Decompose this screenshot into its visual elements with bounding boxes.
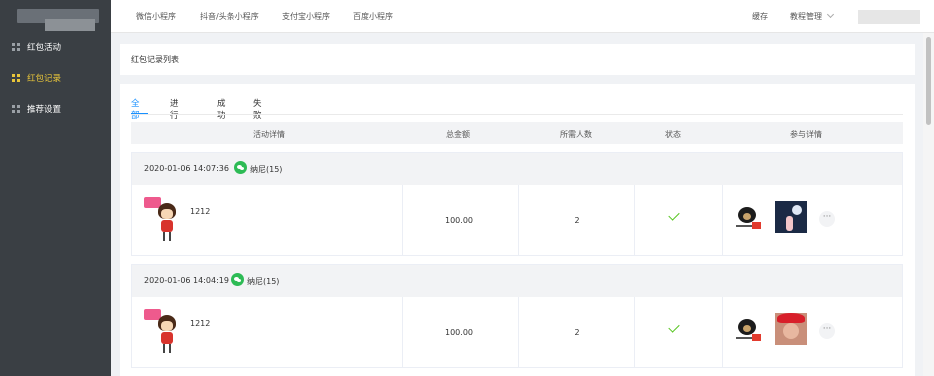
tab-success[interactable]: 成功 <box>217 97 226 121</box>
activity-thumbnail <box>144 307 182 355</box>
topnav-alipay[interactable]: 支付宝小程序 <box>282 11 330 22</box>
activity-name: 1212 <box>190 207 211 216</box>
page-title: 红包记录列表 <box>131 55 179 64</box>
scrollbar[interactable] <box>923 33 934 376</box>
order-amount: 100.00 <box>445 216 473 225</box>
table-row: 2020-01-06 14:07:36 纳尼(15) 1212 100.00 2… <box>131 152 903 256</box>
sidebar-item-label: 红包活动 <box>27 43 62 53</box>
participant-avatar[interactable] <box>736 205 762 231</box>
tutorial-label: 教程管理 <box>790 12 822 21</box>
top-bar: 微信小程序 抖音/头条小程序 支付宝小程序 百度小程序 缓存 教程管理 <box>111 0 934 33</box>
tab-all[interactable]: 全部 <box>131 97 140 121</box>
sidebar-item-label: 推荐设置 <box>27 105 62 115</box>
topnav-douyin[interactable]: 抖音/头条小程序 <box>200 11 259 22</box>
more-icon[interactable]: ··· <box>819 323 835 339</box>
table-row: 2020-01-06 14:04:19 纳尼(15) 1212 100.00 2… <box>131 264 903 368</box>
order-header: 2020-01-06 14:07:36 纳尼(15) <box>132 153 902 185</box>
order-time: 2020-01-06 14:07:36 <box>144 164 229 173</box>
sidebar-item-redpacket-records[interactable]: 红包记录 <box>0 66 111 90</box>
activity-name: 1212 <box>190 319 211 328</box>
order-time: 2020-01-06 14:04:19 <box>144 276 229 285</box>
column-participants: 参与详情 <box>790 130 822 139</box>
order-header: 2020-01-06 14:04:19 纳尼(15) <box>132 265 902 297</box>
column-status: 状态 <box>665 130 681 139</box>
grid-icon <box>12 74 20 82</box>
column-people: 所需人数 <box>560 130 592 139</box>
participant-avatar[interactable] <box>736 317 762 343</box>
check-icon <box>668 322 680 334</box>
order-user: 纳尼(15) <box>247 277 280 286</box>
topnav-baidu[interactable]: 百度小程序 <box>353 11 393 22</box>
order-body: 1212 100.00 2 ··· <box>132 185 902 255</box>
table-header: 活动详情 总金额 所需人数 状态 参与详情 <box>131 122 903 144</box>
order-user: 纳尼(15) <box>250 165 283 174</box>
more-icon[interactable]: ··· <box>819 211 835 227</box>
grid-icon <box>12 43 20 51</box>
order-amount: 100.00 <box>445 328 473 337</box>
column-amount: 总金额 <box>446 130 470 139</box>
scrollbar-thumb[interactable] <box>926 37 931 125</box>
wechat-icon <box>231 273 244 286</box>
sidebar-item-redpacket-activity[interactable]: 红包活动 <box>0 35 111 59</box>
column-activity: 活动详情 <box>253 130 285 139</box>
logo-placeholder <box>17 9 99 31</box>
order-body: 1212 100.00 2 ··· <box>132 297 902 367</box>
chevron-down-icon <box>826 10 835 19</box>
sidebar-item-label: 红包记录 <box>27 74 62 84</box>
grid-icon <box>12 105 20 113</box>
check-icon <box>668 210 680 222</box>
order-people: 2 <box>574 328 580 337</box>
tutorial-menu[interactable]: 教程管理 <box>790 10 835 22</box>
participant-avatar[interactable] <box>775 313 807 345</box>
sidebar-item-recommend-settings[interactable]: 推荐设置 <box>0 97 111 121</box>
records-panel: 全部 进行中 成功 失败 活动详情 总金额 所需人数 状态 参与详情 2020-… <box>120 84 915 376</box>
user-avatar[interactable] <box>858 10 920 24</box>
activity-thumbnail <box>144 195 182 243</box>
logo <box>0 0 111 33</box>
sidebar: 红包活动 红包记录 推荐设置 <box>0 0 111 376</box>
order-people: 2 <box>574 216 580 225</box>
topnav-wechat[interactable]: 微信小程序 <box>136 11 176 22</box>
tab-failed[interactable]: 失败 <box>253 97 262 121</box>
participant-avatar[interactable] <box>775 201 807 233</box>
cache-link[interactable]: 缓存 <box>752 11 768 22</box>
wechat-icon <box>234 161 247 174</box>
page-header: 红包记录列表 <box>120 44 915 75</box>
tab-divider <box>131 114 903 115</box>
